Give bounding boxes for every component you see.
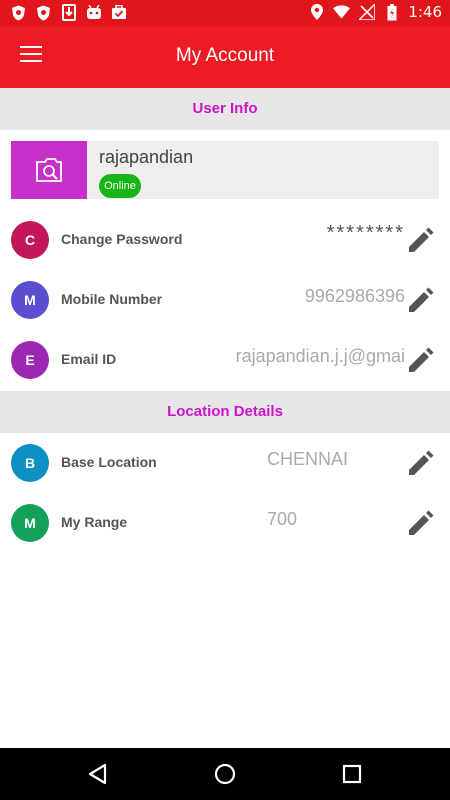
android-icon <box>85 4 102 21</box>
email-id-row[interactable]: E Email ID rajapandian.j.j@gmai <box>0 330 450 390</box>
mobile-number-value: 9962986396 <box>304 286 405 306</box>
pencil-icon[interactable] <box>405 450 435 478</box>
app-bar: My Account <box>0 26 450 88</box>
pencil-icon[interactable] <box>405 287 435 315</box>
status-bar: 1:46 <box>0 0 450 26</box>
my-range-row[interactable]: M My Range 700 <box>0 493 450 553</box>
pencil-icon[interactable] <box>405 347 435 375</box>
change-password-initial: C <box>11 221 49 259</box>
shield-notification-icon <box>35 4 52 21</box>
section-header-user-info: User Info <box>0 88 450 130</box>
shield-notification-icon <box>10 4 27 21</box>
mobile-number-label: Mobile Number <box>61 291 163 307</box>
username: rajapandian <box>99 147 194 167</box>
no-signal-icon <box>358 4 375 21</box>
pencil-icon[interactable] <box>405 227 435 255</box>
navigation-bar <box>0 748 450 800</box>
wifi-icon <box>333 4 351 21</box>
change-password-label: Change Password <box>61 231 183 247</box>
mobile-number-row[interactable]: M Mobile Number 9962986396 <box>0 270 450 330</box>
battery-charging-icon <box>383 3 400 21</box>
profile-card: rajapandian Online <box>11 141 439 199</box>
email-id-value: rajapandian.j.j@gmai <box>235 346 405 366</box>
page-title: My Account <box>175 45 275 66</box>
base-location-value: CHENNAI <box>267 449 349 469</box>
back-triangle-icon[interactable] <box>86 762 110 786</box>
base-location-initial: B <box>11 444 49 482</box>
my-range-label: My Range <box>61 514 128 530</box>
change-password-row[interactable]: C Change Password ******** <box>0 210 450 270</box>
recents-square-icon[interactable] <box>340 762 364 786</box>
my-range-initial: M <box>11 504 49 542</box>
email-id-label: Email ID <box>61 351 117 367</box>
change-password-value: ******** <box>326 222 405 244</box>
home-circle-icon[interactable] <box>213 762 237 786</box>
briefcase-check-icon <box>110 4 127 21</box>
status-badge: Online <box>99 174 141 198</box>
base-location-label: Base Location <box>61 454 157 470</box>
location-icon <box>308 4 325 21</box>
pencil-icon[interactable] <box>405 510 435 538</box>
section-header-location-details: Location Details <box>0 391 450 433</box>
image-search-icon <box>36 158 62 182</box>
avatar[interactable] <box>11 141 87 199</box>
base-location-row[interactable]: B Base Location CHENNAI <box>0 433 450 493</box>
email-id-initial: E <box>11 341 49 379</box>
my-range-value: 700 <box>267 509 298 529</box>
download-icon <box>60 4 77 21</box>
mobile-number-initial: M <box>11 281 49 319</box>
status-time: 1:46 <box>408 3 442 21</box>
